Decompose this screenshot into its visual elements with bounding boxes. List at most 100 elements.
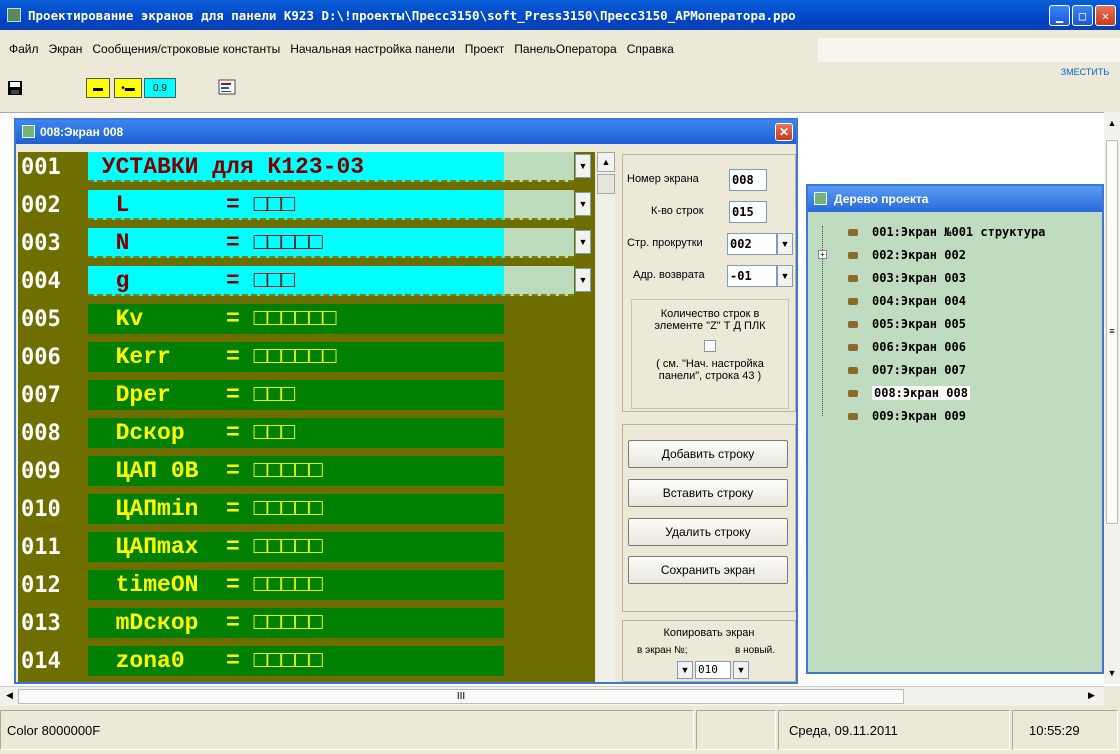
table-row[interactable]: 008 Dскор = □□□: [18, 418, 595, 450]
hscroll-thumb[interactable]: III: [18, 689, 904, 704]
plc-rows-checkbox[interactable]: [704, 340, 716, 352]
plc-text-4: панели", строка 43 ): [658, 370, 762, 382]
mdi-horizontal-scrollbar[interactable]: ◀ III ▶: [0, 686, 1104, 706]
row-number: 001: [18, 152, 88, 184]
delete-row-button[interactable]: Удалить строку: [628, 518, 788, 546]
save-icon[interactable]: [6, 78, 24, 98]
row-text[interactable]: УСТАВКИ для К123-03: [88, 152, 574, 182]
row-text[interactable]: N = □□□□□: [88, 228, 574, 258]
screen-icon: [848, 412, 858, 420]
mdi-vertical-scrollbar[interactable]: ▲ ≡ ▼: [1104, 112, 1120, 684]
table-row[interactable]: 012 timeON = □□□□□: [18, 570, 595, 602]
row-text[interactable]: ЦАПmax = □□□□□: [88, 532, 504, 562]
status-empty: [696, 710, 776, 750]
menu-file[interactable]: Файл: [4, 42, 44, 56]
tree-item-label: 009:Экран 009: [872, 409, 966, 423]
menu-operator-panel[interactable]: ПанельОператора: [509, 42, 621, 56]
row-text[interactable]: timeON = □□□□□: [88, 570, 504, 600]
scroll-right-icon[interactable]: ▶: [1088, 690, 1095, 701]
menu-panel-setup[interactable]: Начальная настройка панели: [285, 42, 460, 56]
table-row[interactable]: 001 ▼ УСТАВКИ для К123-03: [18, 152, 595, 184]
menu-screen[interactable]: Экран: [44, 42, 88, 56]
table-row[interactable]: 006 Kerr = □□□□□□: [18, 342, 595, 374]
copy-prev-dropdown-icon[interactable]: ▼: [677, 661, 693, 679]
screen-icon: [848, 389, 858, 397]
row-number: 008: [18, 418, 88, 450]
properties-icon[interactable]: [216, 78, 240, 98]
table-row[interactable]: 005 Kv = □□□□□□: [18, 304, 595, 336]
row-text[interactable]: zona0 = □□□□□: [88, 646, 504, 676]
tree-item[interactable]: 004:Экран 004: [848, 291, 966, 311]
scroll-thumb[interactable]: [597, 174, 615, 194]
row-number: 002: [18, 190, 88, 222]
menu-help[interactable]: Справка: [622, 42, 679, 56]
scroll-up-icon[interactable]: ▲: [597, 152, 615, 172]
menu-messages[interactable]: Сообщения/строковые константы: [87, 42, 285, 56]
add-item-icon[interactable]: ▬: [86, 78, 110, 98]
row-text[interactable]: Kv = □□□□□□: [88, 304, 504, 334]
row-text[interactable]: Kerr = □□□□□□: [88, 342, 504, 372]
table-row[interactable]: 003 ▼ N = □□□□□: [18, 228, 595, 260]
screen-close-button[interactable]: ✕: [775, 123, 793, 141]
table-row[interactable]: 004 ▼ g = □□□: [18, 266, 595, 298]
row-count-field[interactable]: 015: [729, 201, 767, 223]
zoom-field[interactable]: 0.9: [144, 78, 176, 98]
mdi-scroll-thumb[interactable]: ≡: [1106, 140, 1118, 524]
row-text-value: Kv = □□□□□□: [88, 306, 337, 332]
scroll-rows-field[interactable]: 002: [727, 233, 777, 255]
table-row[interactable]: 010 ЦАПmin = □□□□□: [18, 494, 595, 526]
return-address-dropdown-icon[interactable]: ▼: [777, 265, 793, 287]
maximize-button[interactable]: □: [1072, 5, 1093, 26]
app-icon: [7, 8, 21, 22]
tree-item[interactable]: 006:Экран 006: [848, 337, 966, 357]
row-text[interactable]: L = □□□: [88, 190, 574, 220]
row-text[interactable]: g = □□□: [88, 266, 574, 296]
copy-target-field[interactable]: 010: [695, 661, 731, 679]
toolbar: ▬ •▬ 0.9 ЗМЕСТИТЬ: [0, 68, 1120, 110]
save-screen-button[interactable]: Сохранить экран: [628, 556, 788, 584]
tree-item[interactable]: 002:Экран 002: [848, 245, 966, 265]
menu-project[interactable]: Проект: [460, 42, 510, 56]
row-dropdown-icon[interactable]: ▼: [575, 192, 591, 216]
mdi-scroll-down-icon[interactable]: ▼: [1104, 668, 1120, 678]
insert-item-icon[interactable]: •▬: [114, 78, 142, 98]
tree-item[interactable]: 003:Экран 003: [848, 268, 966, 288]
row-number: 010: [18, 494, 88, 526]
add-row-button[interactable]: Добавить строку: [628, 440, 788, 468]
close-button[interactable]: ✕: [1095, 5, 1116, 26]
project-tree-titlebar[interactable]: Дерево проекта: [808, 186, 1102, 212]
expand-icon[interactable]: +: [818, 250, 827, 259]
screen-editor-titlebar[interactable]: 008:Экран 008 ✕: [16, 120, 796, 144]
table-row[interactable]: 013 mDскор = □□□□□: [18, 608, 595, 640]
minimize-button[interactable]: ▁: [1049, 5, 1070, 26]
tree-item[interactable]: 005:Экран 005: [848, 314, 966, 334]
scroll-left-icon[interactable]: ◀: [6, 690, 13, 701]
tree-item[interactable]: 007:Экран 007: [848, 360, 966, 380]
row-dropdown-icon[interactable]: ▼: [575, 154, 591, 178]
row-text[interactable]: mDскор = □□□□□: [88, 608, 504, 638]
scroll-rows-dropdown-icon[interactable]: ▼: [777, 233, 793, 255]
row-dropdown-icon[interactable]: ▼: [575, 230, 591, 254]
row-text-value: L = □□□: [88, 192, 296, 218]
table-row[interactable]: 011 ЦАПmax = □□□□□: [18, 532, 595, 564]
table-row[interactable]: 009 ЦАП 0B = □□□□□: [18, 456, 595, 488]
table-row[interactable]: 002 ▼ L = □□□: [18, 190, 595, 222]
grid-scrollbar[interactable]: ▲: [597, 152, 615, 682]
table-row[interactable]: 014 zona0 = □□□□□: [18, 646, 595, 678]
tree-item[interactable]: 001:Экран №001 структура: [848, 222, 1045, 242]
copy-target-dropdown-icon[interactable]: ▼: [733, 661, 749, 679]
insert-row-button[interactable]: Вставить строку: [628, 479, 788, 507]
row-text[interactable]: Dскор = □□□: [88, 418, 504, 448]
tree-item[interactable]: 009:Экран 009: [848, 406, 966, 426]
table-row[interactable]: 007 Dper = □□□: [18, 380, 595, 412]
window-titlebar[interactable]: Проектирование экранов для панели К923 D…: [0, 0, 1120, 30]
row-dropdown-icon[interactable]: ▼: [575, 268, 591, 292]
row-text[interactable]: Dper = □□□: [88, 380, 504, 410]
tree-item[interactable]: 008:Экран 008: [848, 383, 970, 403]
screen-number-field[interactable]: 008: [729, 169, 767, 191]
row-text[interactable]: ЦАПmin = □□□□□: [88, 494, 504, 524]
mdi-scroll-up-icon[interactable]: ▲: [1104, 118, 1120, 128]
return-address-field[interactable]: -01: [727, 265, 777, 287]
row-text[interactable]: ЦАП 0B = □□□□□: [88, 456, 504, 486]
row-number: 009: [18, 456, 88, 488]
